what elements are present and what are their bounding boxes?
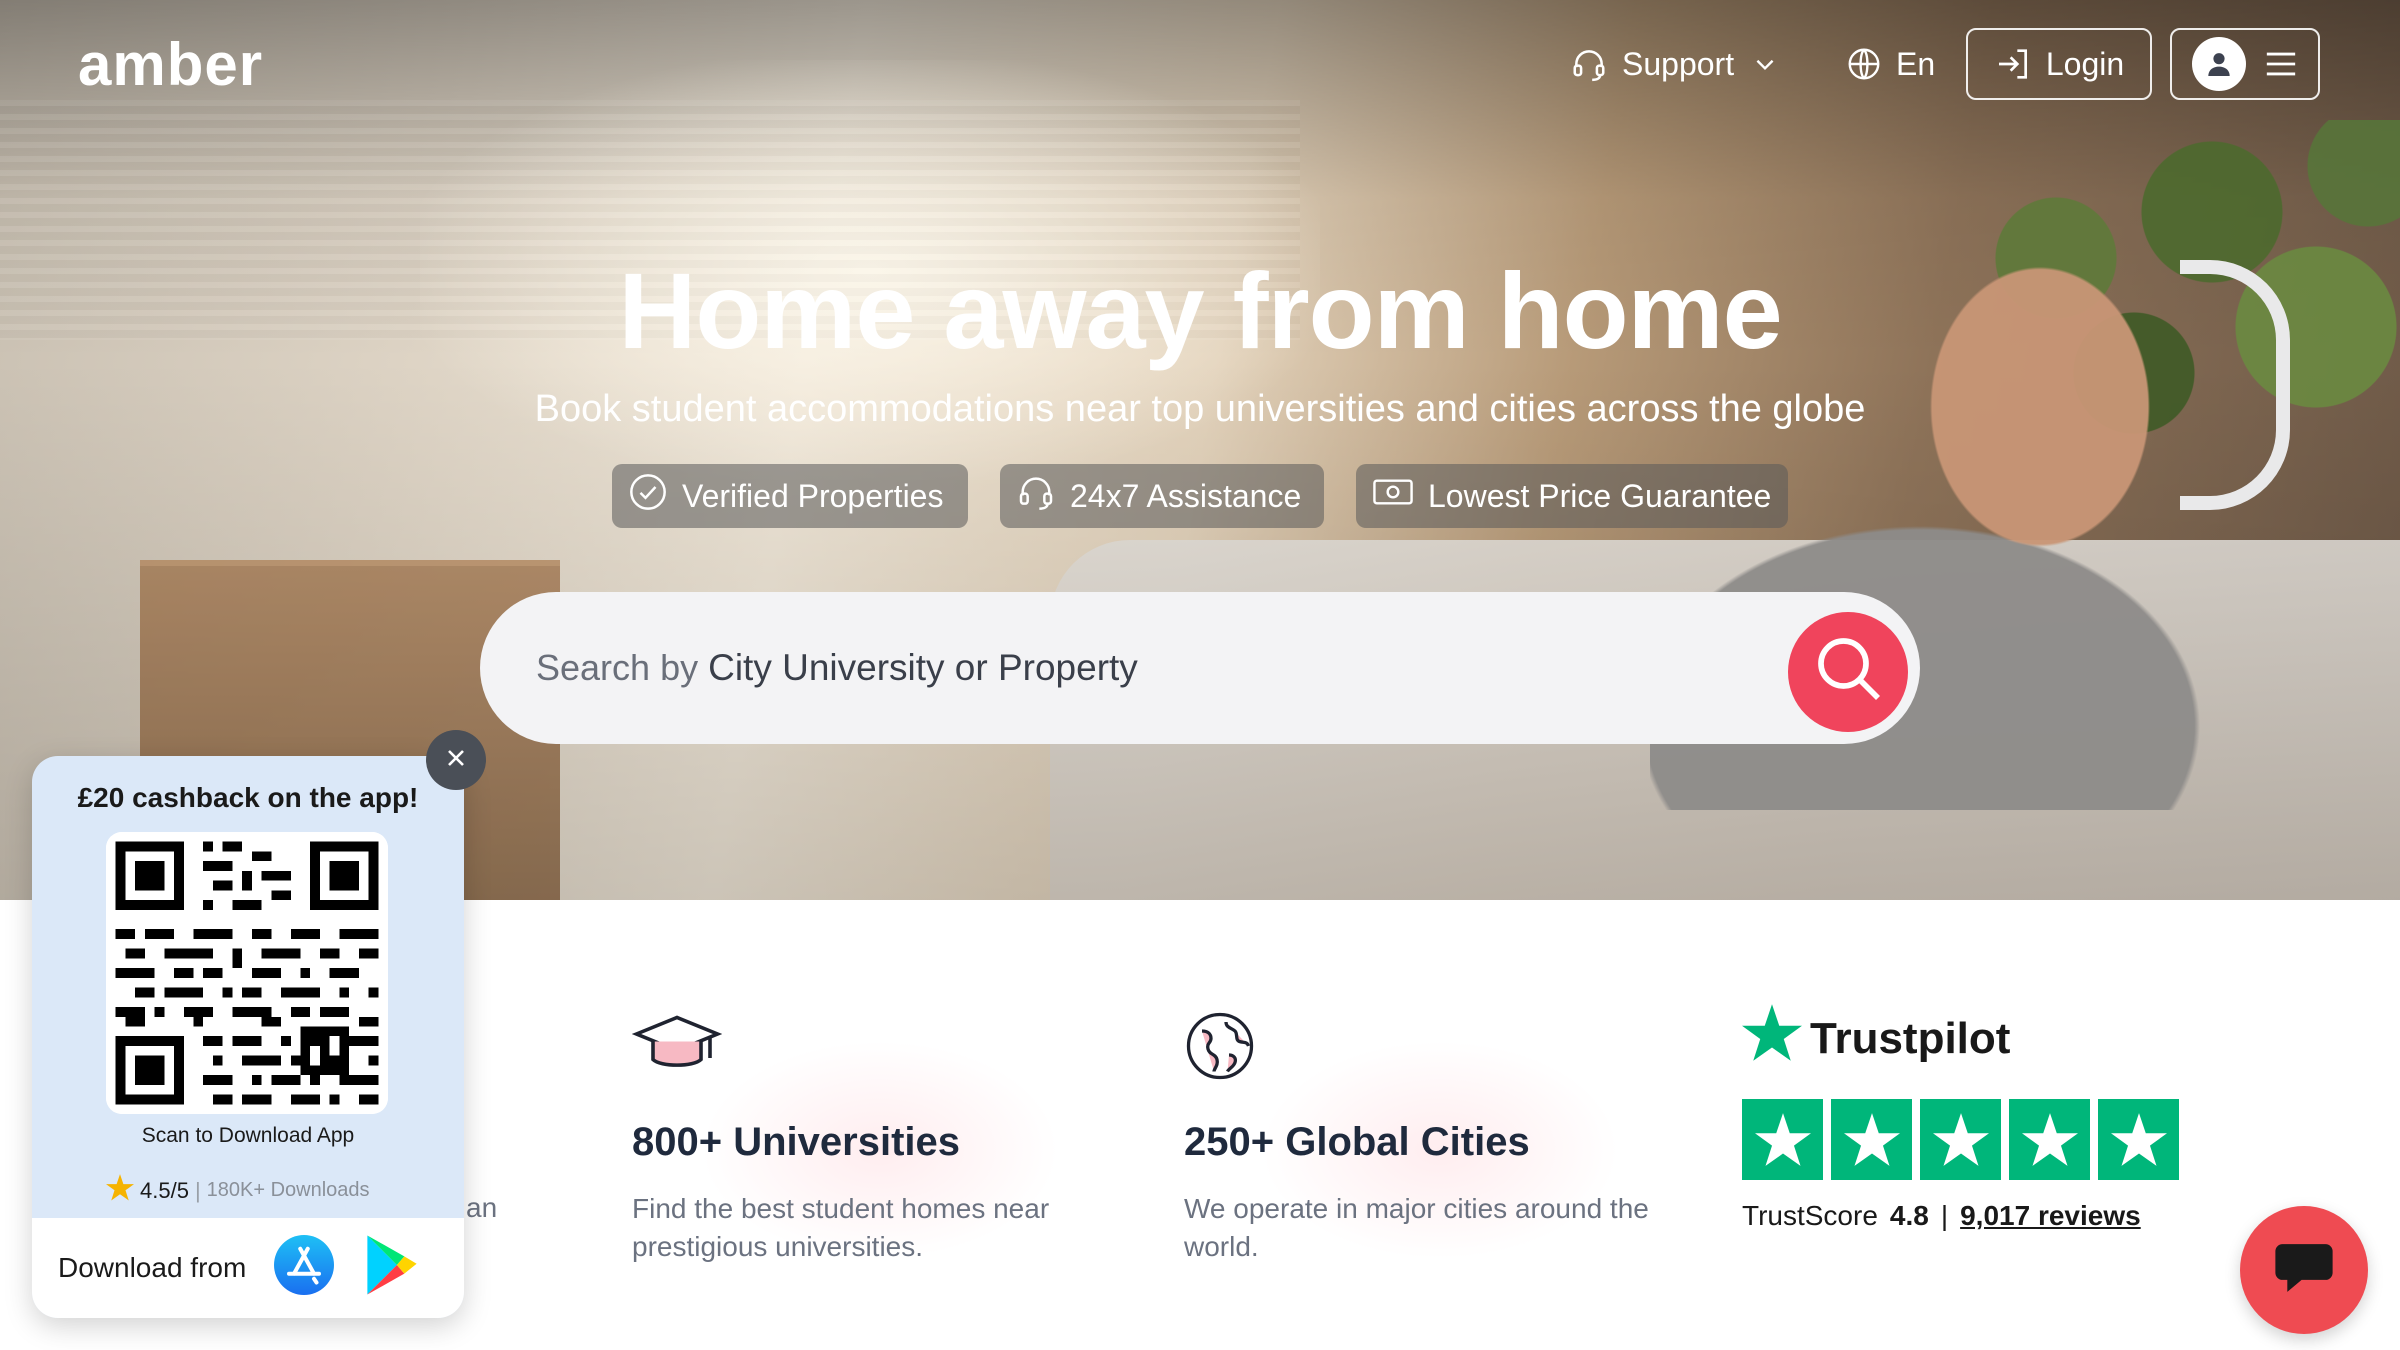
chat-bubble-icon — [2273, 1239, 2335, 1302]
qr-code — [106, 832, 388, 1114]
language-label: En — [1896, 45, 1936, 82]
top-nav: Support En Login — [0, 28, 2400, 100]
trustpilot-logo: Trustpilot — [1742, 1004, 2182, 1073]
trustpilot-star — [1920, 1099, 2001, 1180]
trustpilot-star — [2098, 1099, 2179, 1180]
stat-title: 250+ Global Cities — [1184, 1120, 1530, 1164]
language-selector[interactable]: En — [1846, 28, 1935, 100]
downloads-count: 180K+ Downloads — [206, 1179, 370, 1201]
support-label: Support — [1622, 45, 1735, 82]
trustpilot-star-icon — [1742, 1004, 1802, 1073]
promo-title: £20 cashback on the app! — [77, 782, 419, 813]
hero-subtitle: Book student accommodations near top uni… — [534, 388, 1866, 430]
trustpilot-star — [1831, 1099, 1912, 1180]
chevron-down-icon — [1752, 51, 1778, 77]
google-play-icon[interactable] — [362, 1233, 422, 1304]
globe-icon — [1846, 46, 1882, 82]
scan-label: Scan to Download App — [141, 1124, 355, 1147]
headset-icon — [1570, 45, 1608, 83]
download-from-label: Download from — [58, 1252, 247, 1283]
check-circle-icon — [628, 472, 668, 520]
globe-icon — [1184, 1010, 1256, 1082]
avatar — [2192, 37, 2246, 91]
app-rating: 4.5/5 | 180K+ Downloads — [106, 1174, 370, 1207]
login-icon — [1994, 44, 2034, 84]
search-prefix: Search by — [536, 647, 699, 688]
trustpilot-score: TrustScore 4.8 | 9,017 reviews — [1742, 1200, 2182, 1232]
promo-close-button[interactable] — [426, 730, 486, 790]
trustpilot-separator: | — [1940, 1200, 1949, 1231]
search-input[interactable]: City University or Property — [708, 647, 1138, 689]
cash-icon — [1372, 474, 1414, 518]
badge-24x7-assistance: 24x7 Assistance — [1000, 464, 1324, 528]
trustscore-label: TrustScore — [1742, 1200, 1878, 1231]
badge-label: Verified Properties — [682, 477, 944, 514]
trustpilot-widget[interactable]: Trustpilot TrustScore 4.8 | 9,017 review… — [1742, 1004, 2182, 1232]
stat-description: We operate in major cities around the wo… — [1184, 1193, 1649, 1262]
hero-title: Home away from home — [618, 250, 1782, 371]
graduation-cap-icon — [631, 1010, 723, 1082]
badge-label: Lowest Price Guarantee — [1428, 477, 1772, 514]
search-bar[interactable]: Search by City University or Property — [480, 592, 1920, 744]
close-icon — [444, 746, 468, 775]
app-download-promo: £20 cashback on the app! Scan to Downloa… — [32, 756, 464, 1318]
trustpilot-reviews-link[interactable]: 9,017 reviews — [1960, 1200, 2141, 1232]
download-from-bar: Download from — [32, 1218, 464, 1318]
trustscore-value: 4.8 — [1889, 1200, 1929, 1231]
login-button[interactable]: Login — [1966, 28, 2152, 100]
headset-icon — [1016, 472, 1056, 520]
star-icon — [106, 1174, 134, 1207]
account-menu-button[interactable] — [2170, 28, 2320, 100]
trustpilot-star — [2009, 1099, 2090, 1180]
hamburger-icon — [2264, 49, 2298, 79]
stat-description: Find the best student homes near prestig… — [632, 1193, 1050, 1262]
chat-button[interactable] — [2240, 1206, 2368, 1334]
stat-title: 800+ Universities — [632, 1120, 960, 1164]
trustpilot-star — [1742, 1099, 1823, 1180]
stat-partial-text: an — [466, 1192, 498, 1223]
support-dropdown[interactable]: Support — [1570, 28, 1778, 100]
badge-label: 24x7 Assistance — [1070, 477, 1302, 514]
badge-lowest-price: Lowest Price Guarantee — [1356, 464, 1788, 528]
rating-value: 4.5/5 — [140, 1177, 189, 1203]
app-store-icon[interactable] — [274, 1234, 335, 1302]
rating-separator: | — [194, 1177, 201, 1203]
trustpilot-rating-stars — [1742, 1099, 2182, 1180]
badge-verified-properties: Verified Properties — [612, 464, 968, 528]
search-button[interactable] — [1788, 612, 1908, 732]
login-label: Login — [2045, 45, 2125, 82]
trustpilot-brand: Trustpilot — [1810, 1013, 2011, 1063]
search-icon — [1812, 632, 1884, 713]
